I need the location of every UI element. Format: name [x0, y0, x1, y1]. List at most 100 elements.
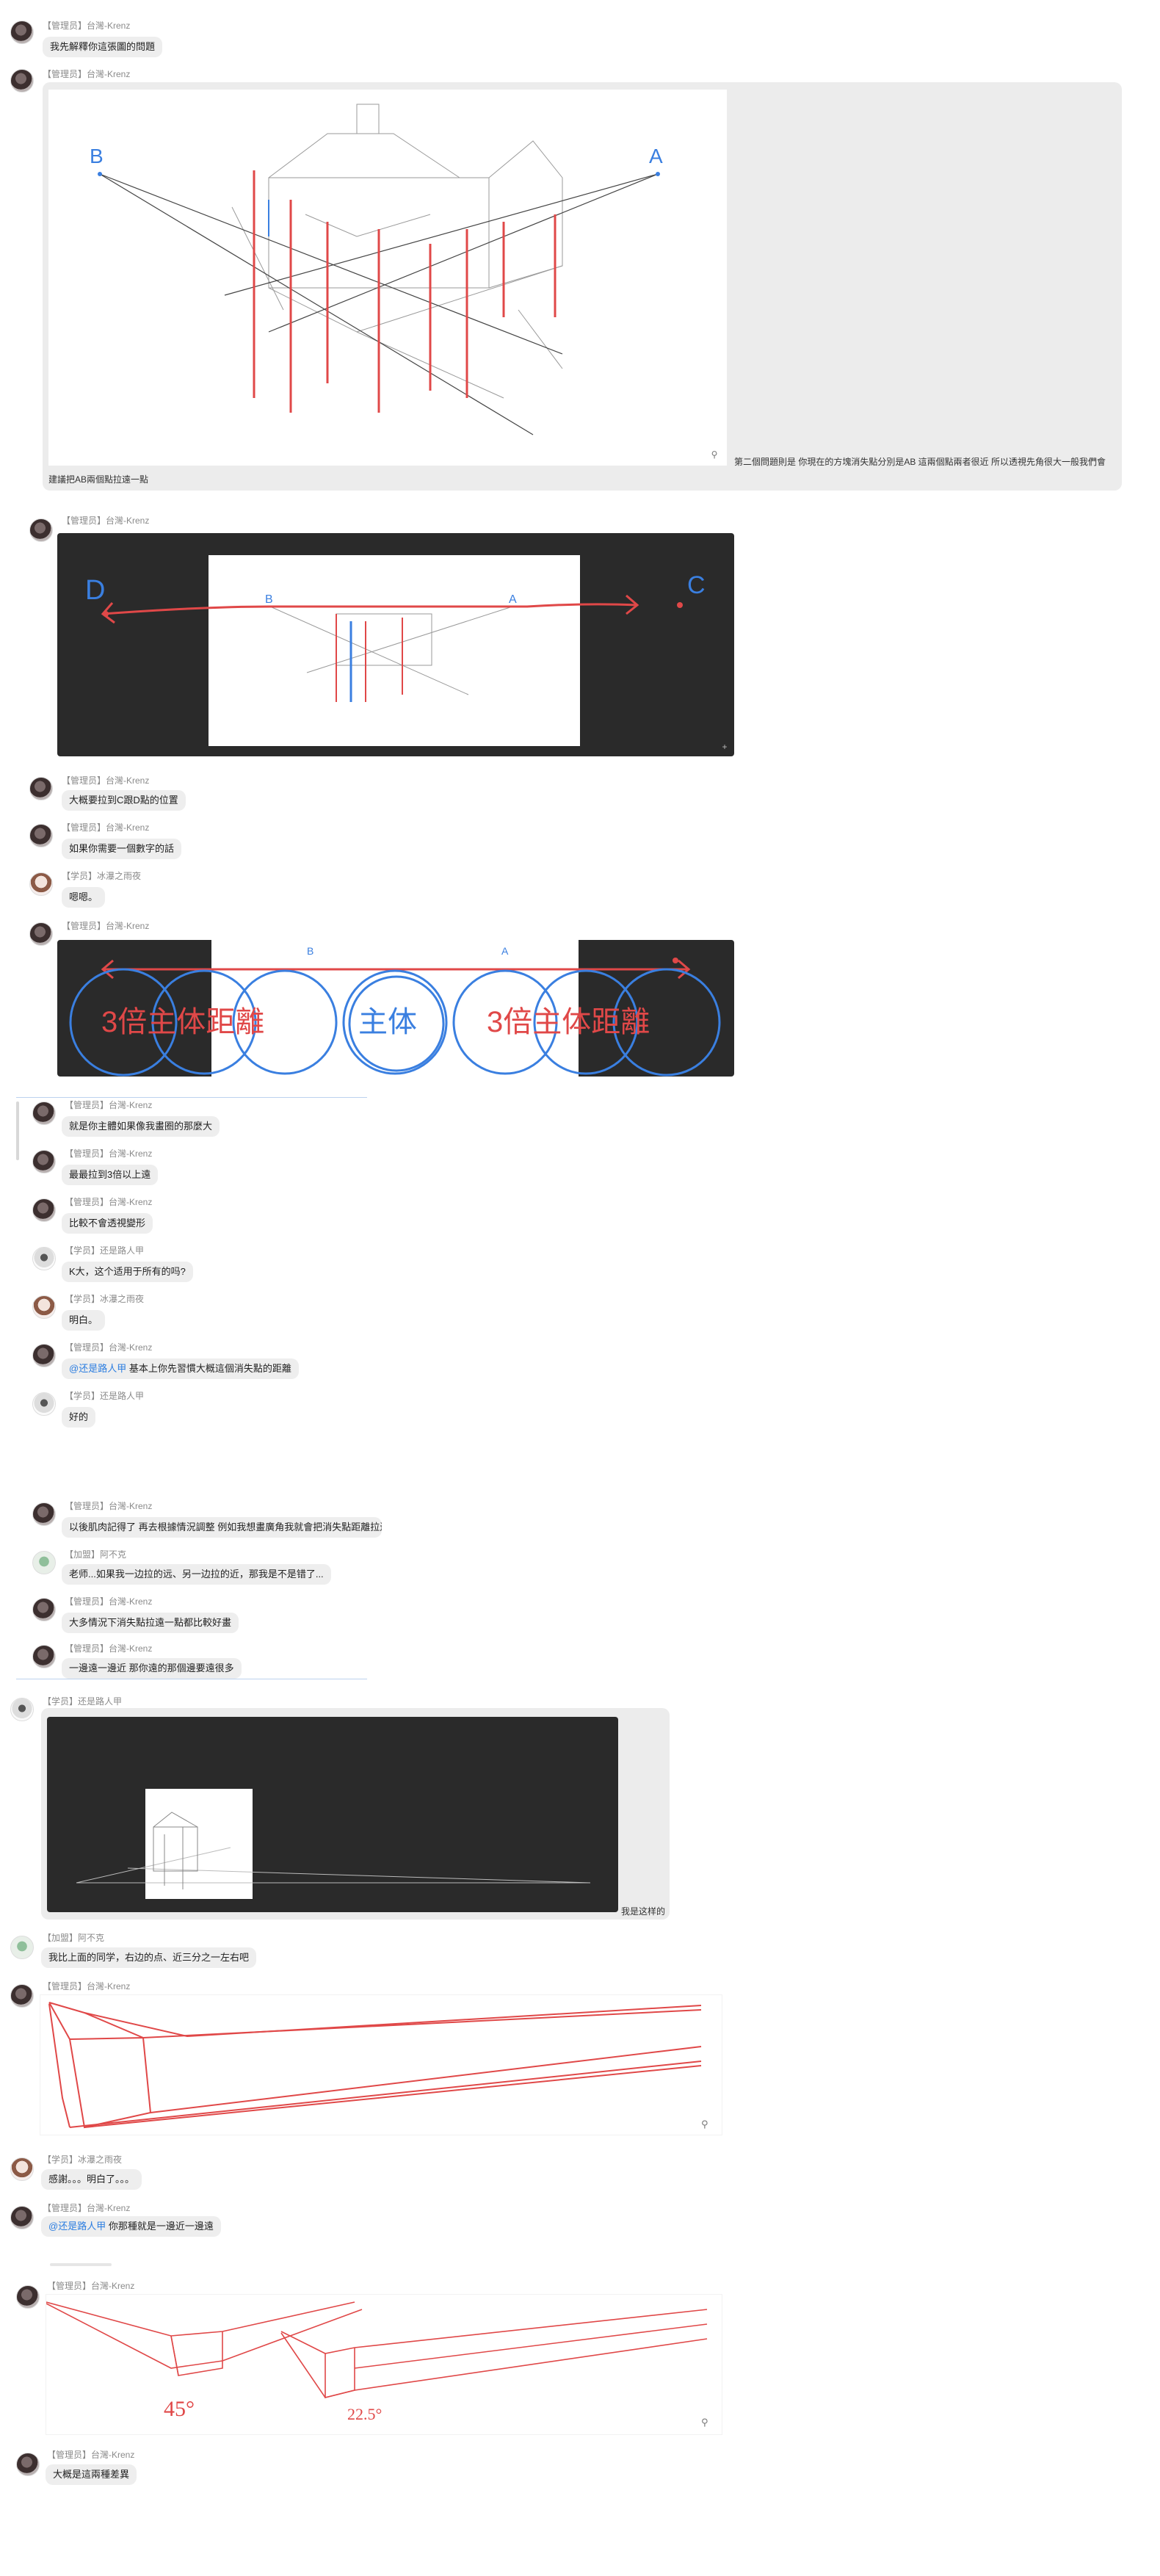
message-bubble: 我比上面的同学，右边的点、近三分之一左右吧: [41, 1947, 257, 1968]
message-bubble: 就是你主體如果像我畫圈的那麼大: [62, 1116, 220, 1137]
sender-name: 【管理员】台灣-Krenz: [65, 1197, 153, 1207]
avatar[interactable]: [32, 1198, 56, 1222]
avatar[interactable]: [32, 1551, 56, 1574]
sketch-label: A: [509, 593, 517, 606]
sketch-label: D: [85, 575, 105, 606]
sender-name: 【管理员】台灣-Krenz: [62, 822, 150, 833]
sender-name: 【加盟】阿不克: [43, 1933, 105, 1943]
sender-name: 【管理员】台灣-Krenz: [65, 1100, 153, 1110]
sender-name: 【管理员】台灣-Krenz: [65, 1342, 153, 1353]
avatar[interactable]: [32, 1392, 56, 1416]
loading-bar: [50, 2263, 112, 2266]
user-mention[interactable]: @还是路人甲: [69, 1363, 126, 1374]
magnifier-icon[interactable]: ⚲: [709, 449, 719, 460]
avatar[interactable]: [32, 1150, 56, 1173]
sketch-label: B: [90, 145, 104, 167]
avatar[interactable]: [10, 1984, 34, 2008]
message-bubble: 大概要拉到C跟D點的位置: [62, 790, 186, 811]
message-bubble: 比較不會透視變形: [62, 1213, 153, 1234]
avatar[interactable]: [29, 922, 53, 946]
message-bubble: 我先解釋你這張圖的問題: [43, 37, 163, 57]
image-caption: 建議把AB兩個點拉遠一點: [48, 474, 149, 485]
message-bubble: 一邊遠一邊近 那你遠的那個邊要遠很多: [62, 1658, 242, 1679]
box-perspective-svg: ⚲: [48, 2002, 708, 2130]
sketch-label: A: [501, 945, 509, 957]
avatar[interactable]: [10, 2157, 34, 2181]
sketch-label: A: [649, 145, 663, 167]
expand-icon[interactable]: +: [719, 742, 730, 752]
sender-name: 【管理员】台灣-Krenz: [62, 921, 150, 931]
message-bubble: 大概是這兩種差異: [46, 2464, 137, 2485]
box-perspective-sketch[interactable]: ⚲: [40, 1994, 722, 2135]
avatar[interactable]: [16, 2453, 40, 2476]
sender-name: 【学员】冰瀑之雨夜: [62, 871, 142, 881]
avatar[interactable]: [29, 518, 53, 542]
angle-comparison-sketch[interactable]: 45° 22.5° ⚲: [46, 2294, 722, 2435]
message-bubble: K大，这个适用于所有的吗?: [62, 1262, 193, 1282]
avatar[interactable]: [32, 1247, 56, 1270]
message-bubble: 好的: [62, 1407, 96, 1428]
message-bubble: 嗯嗯。: [62, 887, 106, 908]
avatar[interactable]: [10, 1698, 34, 1721]
avatar[interactable]: [10, 1936, 34, 1959]
student-sketch-svg: [76, 1789, 591, 1899]
avatar[interactable]: [32, 1295, 56, 1319]
sketch-label: 45°: [164, 2397, 195, 2421]
sketch-label: 主体: [358, 1006, 417, 1038]
sender-name: 【管理员】台灣-Krenz: [65, 1643, 153, 1654]
message-bubble: @还是路人甲 你那種就是一邊近一邊遠: [41, 2216, 221, 2237]
sketch-label: 3倍主体距離: [487, 1006, 650, 1038]
sender-name: 【管理员】台灣-Krenz: [43, 21, 131, 31]
section-divider: [16, 1097, 367, 1098]
avatar[interactable]: [32, 1344, 56, 1367]
house-sketch-image[interactable]: B A: [48, 90, 727, 466]
message-bubble: 老师...如果我一边拉的远、另一边拉的近，那我是不是错了...: [62, 1564, 331, 1585]
message-bubble: 明白。: [62, 1310, 106, 1331]
avatar[interactable]: [10, 69, 34, 93]
image-caption: 我是这样的: [621, 1906, 666, 1917]
expanded-sketch-svg: D B A C: [85, 555, 706, 746]
scrollbar[interactable]: [16, 1101, 19, 1160]
avatar[interactable]: [29, 824, 53, 847]
sender-name: 【管理员】台灣-Krenz: [65, 1501, 153, 1511]
avatar[interactable]: [10, 21, 34, 44]
user-mention[interactable]: @还是路人甲: [48, 2221, 106, 2232]
avatar[interactable]: [32, 1598, 56, 1621]
message-text: 基本上你先習慣大概這個消失點的距離: [128, 1363, 291, 1374]
sender-name: 【学员】还是路人甲: [43, 1696, 123, 1707]
sender-name: 【学员】冰瀑之雨夜: [43, 2154, 123, 2165]
sender-name: 【管理员】台灣-Krenz: [47, 2450, 135, 2460]
message-bubble: 如果你需要一個數字的話: [62, 839, 182, 859]
sketch-label: C: [687, 571, 706, 599]
expanded-sketch-image[interactable]: D B A C: [57, 533, 734, 756]
sender-name: 【管理员】台灣-Krenz: [43, 69, 131, 79]
avatar[interactable]: [29, 777, 53, 800]
sender-name: 【管理员】台灣-Krenz: [65, 1148, 153, 1159]
avatar[interactable]: [16, 2285, 40, 2309]
sender-name: 【学员】冰瀑之雨夜: [65, 1294, 145, 1304]
sketch-label: B: [265, 593, 273, 606]
avatar[interactable]: [32, 1645, 56, 1668]
magnifier-icon[interactable]: ⚲: [701, 2119, 708, 2130]
magnifier-icon[interactable]: ⚲: [701, 2417, 708, 2428]
message-bubble: 最最拉到3倍以上遠: [62, 1165, 159, 1185]
student-sketch-image[interactable]: [47, 1717, 618, 1912]
message-text: 你那種就是一邊近一邊遠: [108, 2221, 214, 2232]
avatar[interactable]: [29, 872, 53, 896]
house-sketch-svg: B A: [90, 104, 663, 435]
avatar[interactable]: [32, 1101, 56, 1125]
angle-comparison-svg: 45° 22.5° ⚲: [46, 2301, 708, 2428]
avatar[interactable]: [10, 2206, 34, 2229]
sketch-label: 22.5°: [347, 2405, 382, 2423]
message-bubble: 感謝。。。明白了。。。: [41, 2169, 142, 2190]
avatar[interactable]: [32, 1502, 56, 1526]
message-bubble: 以後肌肉記得了 再去根據情況調整 例如我想畫廣角我就會把消失點距離拉近: [62, 1517, 382, 1538]
sender-name: 【加盟】阿不克: [65, 1549, 127, 1560]
sender-name: 【管理员】台灣-Krenz: [62, 515, 150, 526]
sender-name: 【学员】还是路人甲: [65, 1245, 145, 1256]
distance-circles-svg: B A 3倍主体距離 主体 3倍主体距離: [69, 940, 721, 1077]
message-bubble: @还是路人甲 基本上你先習慣大概這個消失點的距離: [62, 1358, 299, 1379]
distance-circles-image[interactable]: B A 3倍主体距離 主体 3倍主体距離: [57, 940, 734, 1077]
sender-name: 【管理员】台灣-Krenz: [43, 2203, 131, 2213]
sender-name: 【学员】还是路人甲: [65, 1391, 145, 1401]
